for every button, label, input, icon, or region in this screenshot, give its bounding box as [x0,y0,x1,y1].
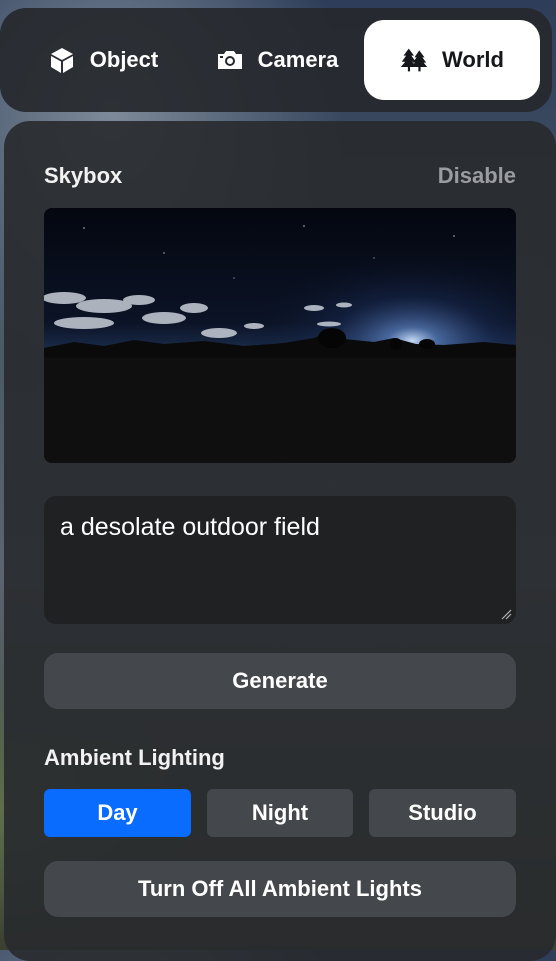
ambient-option-night[interactable]: Night [207,789,353,837]
generate-button[interactable]: Generate [44,653,516,709]
ambient-lighting-title: Ambient Lighting [44,745,225,770]
ambient-option-studio[interactable]: Studio [369,789,516,837]
tab-object-label: Object [89,47,159,72]
mode-tab-bar: Object Camera World [0,8,552,112]
tab-world-label: World [442,47,504,72]
skybox-disable-link[interactable]: Disable [438,163,516,189]
skybox-preview-image [44,208,516,463]
tab-object[interactable]: Object [28,20,178,100]
skybox-prompt-input[interactable]: a desolate outdoor field [44,496,516,624]
camera-icon [216,46,244,74]
ambient-option-day[interactable]: Day [44,789,191,837]
world-settings-panel: Skybox Disable a desolate outdoor field … [4,121,556,961]
turn-off-ambient-lights-button[interactable]: Turn Off All Ambient Lights [44,861,516,917]
skybox-prompt-box: a desolate outdoor field [44,496,516,624]
cube-icon [48,46,76,74]
tab-camera-label: Camera [257,47,339,72]
trees-icon [400,46,428,74]
tab-world[interactable]: World [364,20,540,100]
skybox-title: Skybox [44,163,123,188]
tab-camera[interactable]: Camera [196,20,358,100]
resize-grip-icon[interactable] [500,608,512,620]
